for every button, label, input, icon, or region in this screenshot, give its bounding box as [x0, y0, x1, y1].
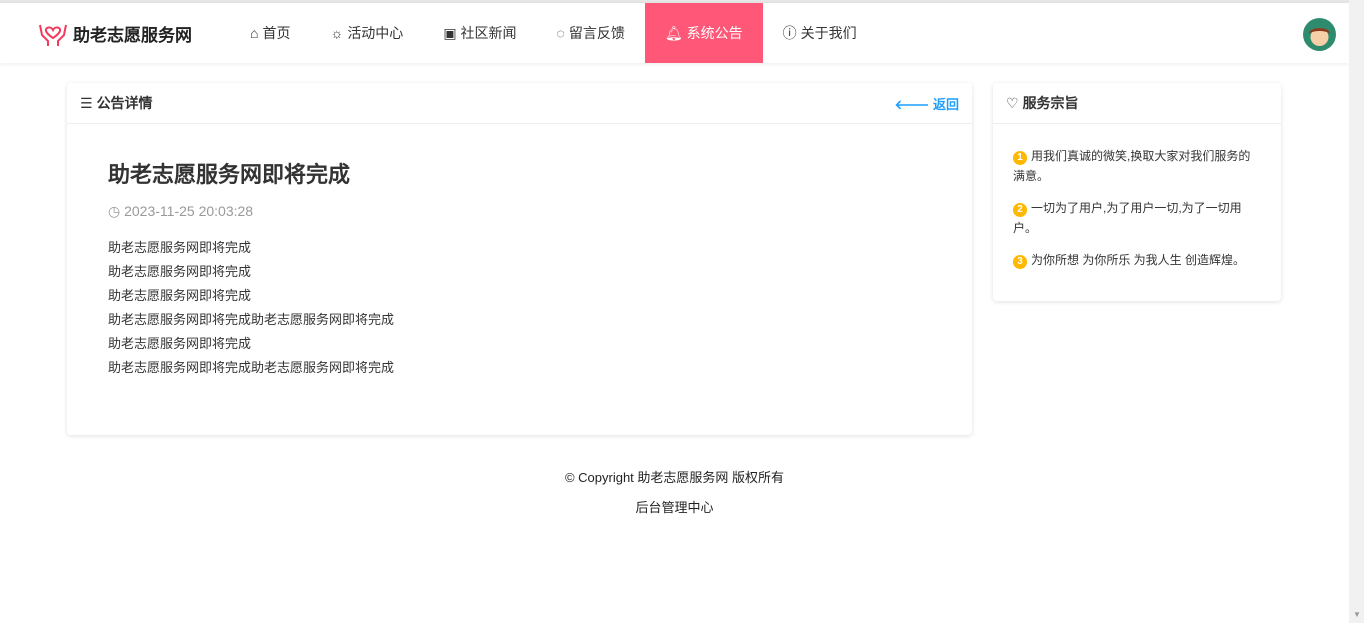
back-button[interactable]: 🡐 返回 — [895, 94, 960, 113]
purpose-text: 用我们真诚的微笑,换取大家对我们服务的满意。 — [1013, 149, 1251, 183]
card-title: 服务宗旨 — [1022, 95, 1079, 111]
chat-icon: ◌ — [556, 25, 565, 41]
nav-label: 活动中心 — [347, 25, 404, 41]
heart-hands-logo-icon — [39, 24, 67, 46]
announcement-date: ◷ 2023-11-25 20:03:28 — [108, 203, 931, 220]
card-title: 公告详情 — [96, 95, 153, 111]
news-icon: ▣ — [443, 24, 457, 41]
nav-label: 关于我们 — [800, 25, 857, 41]
number-badge: 2 — [1013, 203, 1027, 217]
main-nav: ⌂ 首页 ☼ 活动中心 ▣ 社区新闻 ◌ 留言反馈 🔔︎ 系统公告 ⓘ 关于我们 — [230, 3, 877, 63]
purpose-text: 一切为了用户,为了用户一切,为了一切用户。 — [1013, 201, 1242, 235]
announcement-detail-card: ☰ 公告详情 🡐 返回 助老志愿服务网即将完成 ◷ 2023-11-25 20:… — [67, 83, 972, 435]
avatar[interactable] — [1303, 18, 1336, 51]
nav-feedback[interactable]: ◌ 留言反馈 — [537, 3, 645, 63]
body-line: 助老志愿服务网即将完成 — [108, 240, 252, 255]
nav-label: 留言反馈 — [568, 25, 625, 41]
info-icon: ⓘ — [782, 25, 797, 41]
announcement-body: 助老志愿服务网即将完成 助老志愿服务网即将完成 助老志愿服务网即将完成 助老志愿… — [108, 236, 931, 380]
nav-announcements[interactable]: 🔔︎ 系统公告 — [644, 3, 763, 63]
purpose-item: 2 一切为了用户,为了用户一切,为了一切用户。 — [1013, 198, 1261, 238]
top-navbar: 助老志愿服务网 ⌂ 首页 ☼ 活动中心 ▣ 社区新闻 ◌ 留言反馈 🔔︎ 系统公告 ⓘ 关于… — [0, 3, 1349, 63]
brand-title: 助老志愿服务网 — [73, 25, 192, 45]
number-badge: 1 — [1013, 151, 1027, 165]
body-line: 助老志愿服务网即将完成助老志愿服务网即将完成 — [108, 312, 395, 327]
page-scrollbar[interactable]: ▼ — [1349, 0, 1364, 623]
body-line: 助老志愿服务网即将完成助老志愿服务网即将完成 — [108, 360, 395, 375]
purpose-text: 为你所想 为你所乐 为我人生 创造辉煌。 — [1031, 253, 1246, 267]
nav-activities[interactable]: ☼ 活动中心 — [310, 3, 423, 63]
admin-center-link[interactable]: 后台管理中心 — [0, 497, 1349, 516]
back-label: 返回 — [932, 96, 959, 112]
scroll-down-icon[interactable]: ▼ — [1353, 610, 1361, 619]
heart-icon: ♡ — [1006, 94, 1019, 111]
body-line: 助老志愿服务网即将完成 — [108, 288, 252, 303]
clock-icon: ◷ — [108, 203, 121, 219]
nav-home[interactable]: ⌂ 首页 — [230, 3, 310, 63]
brand-logo[interactable]: 助老志愿服务网 — [37, 17, 192, 49]
date-text: 2023-11-25 20:03:28 — [124, 203, 254, 219]
bell-icon: 🔔︎ — [664, 24, 683, 41]
purpose-item: 1 用我们真诚的微笑,换取大家对我们服务的满意。 — [1013, 146, 1261, 186]
nav-label: 首页 — [262, 25, 291, 41]
nav-news[interactable]: ▣ 社区新闻 — [423, 3, 536, 63]
number-badge: 3 — [1013, 255, 1027, 269]
home-icon: ⌂ — [250, 25, 259, 41]
nav-about[interactable]: ⓘ 关于我们 — [763, 3, 877, 63]
copyright-text: © Copyright 助老志愿服务网 版权所有 — [564, 470, 785, 485]
nav-label: 系统公告 — [686, 25, 743, 41]
body-line: 助老志愿服务网即将完成 — [108, 336, 252, 351]
sun-icon: ☼ — [330, 25, 344, 41]
purpose-item: 3 为你所想 为你所乐 为我人生 创造辉煌。 — [1013, 250, 1261, 270]
announcement-title: 助老志愿服务网即将完成 — [108, 162, 351, 187]
nav-label: 社区新闻 — [460, 25, 517, 41]
menu-icon: ☰ — [80, 94, 93, 111]
body-line: 助老志愿服务网即将完成 — [108, 264, 252, 279]
avatar-image-icon — [1309, 28, 1330, 46]
service-purpose-card: ♡ 服务宗旨 1 用我们真诚的微笑,换取大家对我们服务的满意。 2 一切为了用户,为… — [993, 83, 1281, 301]
